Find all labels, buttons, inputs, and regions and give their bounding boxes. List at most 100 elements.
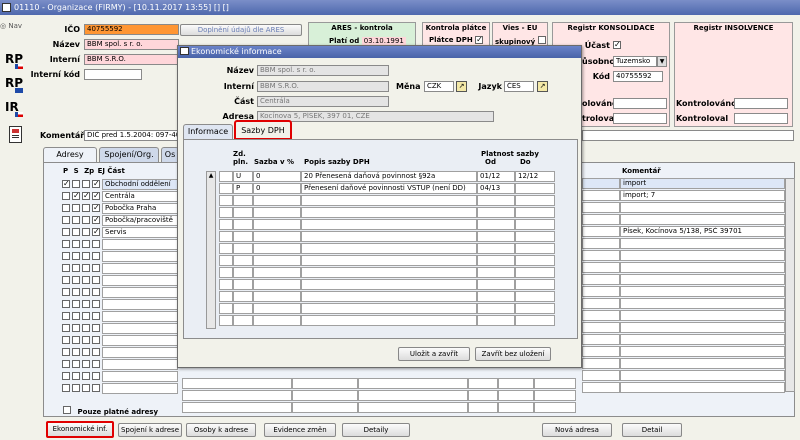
cast-cell[interactable]: [102, 262, 178, 274]
jazyk-field[interactable]: ČES: [504, 81, 534, 92]
select-cell[interactable]: [219, 279, 233, 290]
p-checkbox[interactable]: [62, 276, 70, 284]
vat-scrollbar[interactable]: ▲: [206, 171, 216, 329]
s-checkbox[interactable]: [72, 300, 80, 308]
ej-checkbox[interactable]: [92, 348, 100, 356]
zp-checkbox[interactable]: [82, 228, 90, 236]
s-checkbox[interactable]: [72, 288, 80, 296]
table-row[interactable]: [62, 334, 182, 346]
od-cell[interactable]: [477, 315, 515, 326]
rp-alt-icon[interactable]: RP: [5, 76, 27, 98]
select-cell[interactable]: [219, 219, 233, 230]
table-cell[interactable]: [534, 378, 576, 389]
popis-cell[interactable]: [301, 195, 477, 206]
zp-checkbox[interactable]: [82, 324, 90, 332]
ir-icon[interactable]: IR: [5, 100, 27, 122]
comment-cell[interactable]: [620, 286, 785, 297]
sazba-cell[interactable]: [253, 219, 301, 230]
do-cell[interactable]: [515, 231, 555, 242]
platce-dph-checkbox[interactable]: [475, 36, 484, 44]
od-cell[interactable]: 01/12: [477, 171, 515, 182]
popis-cell[interactable]: Přenesení daňové povinnosti VSTUP (není …: [301, 183, 477, 194]
p-checkbox[interactable]: [62, 216, 70, 224]
s-checkbox[interactable]: [72, 240, 80, 248]
sazba-cell[interactable]: [253, 315, 301, 326]
s-checkbox[interactable]: [72, 264, 80, 272]
do-cell[interactable]: [515, 315, 555, 326]
table-row[interactable]: [62, 382, 182, 394]
do-cell[interactable]: [515, 303, 555, 314]
od-cell[interactable]: [477, 243, 515, 254]
table-row[interactable]: Servis: [62, 226, 182, 238]
od-cell[interactable]: [477, 195, 515, 206]
p-checkbox[interactable]: [62, 336, 70, 344]
popis-cell[interactable]: [301, 291, 477, 302]
s-checkbox[interactable]: [72, 312, 80, 320]
od-cell[interactable]: [477, 207, 515, 218]
sazba-cell[interactable]: 0: [253, 183, 301, 194]
comment-cell[interactable]: [620, 274, 785, 285]
ej-checkbox[interactable]: [92, 372, 100, 380]
ej-checkbox[interactable]: [92, 240, 100, 248]
od-cell[interactable]: [477, 291, 515, 302]
komentar-field[interactable]: DIČ pred 1.5.2004: 097-407: [84, 130, 184, 141]
do-cell[interactable]: [515, 243, 555, 254]
table-cell[interactable]: [534, 402, 576, 413]
table-cell[interactable]: [582, 334, 620, 345]
ej-checkbox[interactable]: [92, 312, 100, 320]
s-checkbox[interactable]: [72, 360, 80, 368]
comment-cell[interactable]: [620, 334, 785, 345]
od-cell[interactable]: [477, 231, 515, 242]
zd-cell[interactable]: P: [233, 183, 253, 194]
zp-checkbox[interactable]: [82, 288, 90, 296]
table-cell[interactable]: [182, 390, 292, 401]
od-cell[interactable]: [477, 267, 515, 278]
zp-checkbox[interactable]: [82, 252, 90, 260]
zp-checkbox[interactable]: [82, 264, 90, 272]
od-cell[interactable]: 04/13: [477, 183, 515, 194]
komentar-field-right[interactable]: [582, 130, 794, 141]
zp-checkbox[interactable]: [82, 384, 90, 392]
document-icon[interactable]: [9, 126, 22, 143]
zp-checkbox[interactable]: [82, 204, 90, 212]
do-cell[interactable]: [515, 291, 555, 302]
popis-cell[interactable]: [301, 303, 477, 314]
zd-cell[interactable]: [233, 303, 253, 314]
ej-checkbox[interactable]: [92, 276, 100, 284]
s-checkbox[interactable]: [72, 348, 80, 356]
comment-cell[interactable]: [620, 346, 785, 357]
table-cell[interactable]: [468, 378, 498, 389]
cast-cell[interactable]: Pobočka/pracoviště: [102, 214, 178, 226]
table-cell[interactable]: [582, 370, 620, 381]
cast-cell[interactable]: [102, 274, 178, 286]
table-row[interactable]: [62, 238, 182, 250]
od-cell[interactable]: [477, 219, 515, 230]
ares-fill-button[interactable]: Doplnění údajů dle ARES: [180, 24, 302, 36]
table-row[interactable]: [62, 346, 182, 358]
kontroloval-field[interactable]: [613, 113, 667, 124]
ej-checkbox[interactable]: [92, 300, 100, 308]
cast-cell[interactable]: [102, 310, 178, 322]
table-cell[interactable]: [582, 274, 620, 285]
vat-row[interactable]: [219, 255, 559, 267]
ej-checkbox[interactable]: [92, 384, 100, 392]
interni-kod-field[interactable]: [84, 69, 142, 80]
do-cell[interactable]: [515, 207, 555, 218]
table-row[interactable]: [62, 286, 182, 298]
p-checkbox[interactable]: [62, 228, 70, 236]
p-checkbox[interactable]: [62, 384, 70, 392]
zd-cell[interactable]: U: [233, 171, 253, 182]
p-checkbox[interactable]: [62, 264, 70, 272]
popis-cell[interactable]: [301, 231, 477, 242]
cast-cell[interactable]: [102, 322, 178, 334]
comment-cell[interactable]: [620, 298, 785, 309]
table-row[interactable]: Centrála: [62, 190, 182, 202]
cast-cell[interactable]: [102, 250, 178, 262]
ej-checkbox[interactable]: [92, 288, 100, 296]
zd-cell[interactable]: [233, 279, 253, 290]
table-cell[interactable]: [582, 262, 620, 273]
osoby-k-adrese-button[interactable]: Osoby k adrese: [186, 423, 256, 437]
ej-checkbox[interactable]: [92, 252, 100, 260]
cast-cell[interactable]: [102, 346, 178, 358]
insolvence-kontrolovano-field[interactable]: [734, 98, 788, 109]
